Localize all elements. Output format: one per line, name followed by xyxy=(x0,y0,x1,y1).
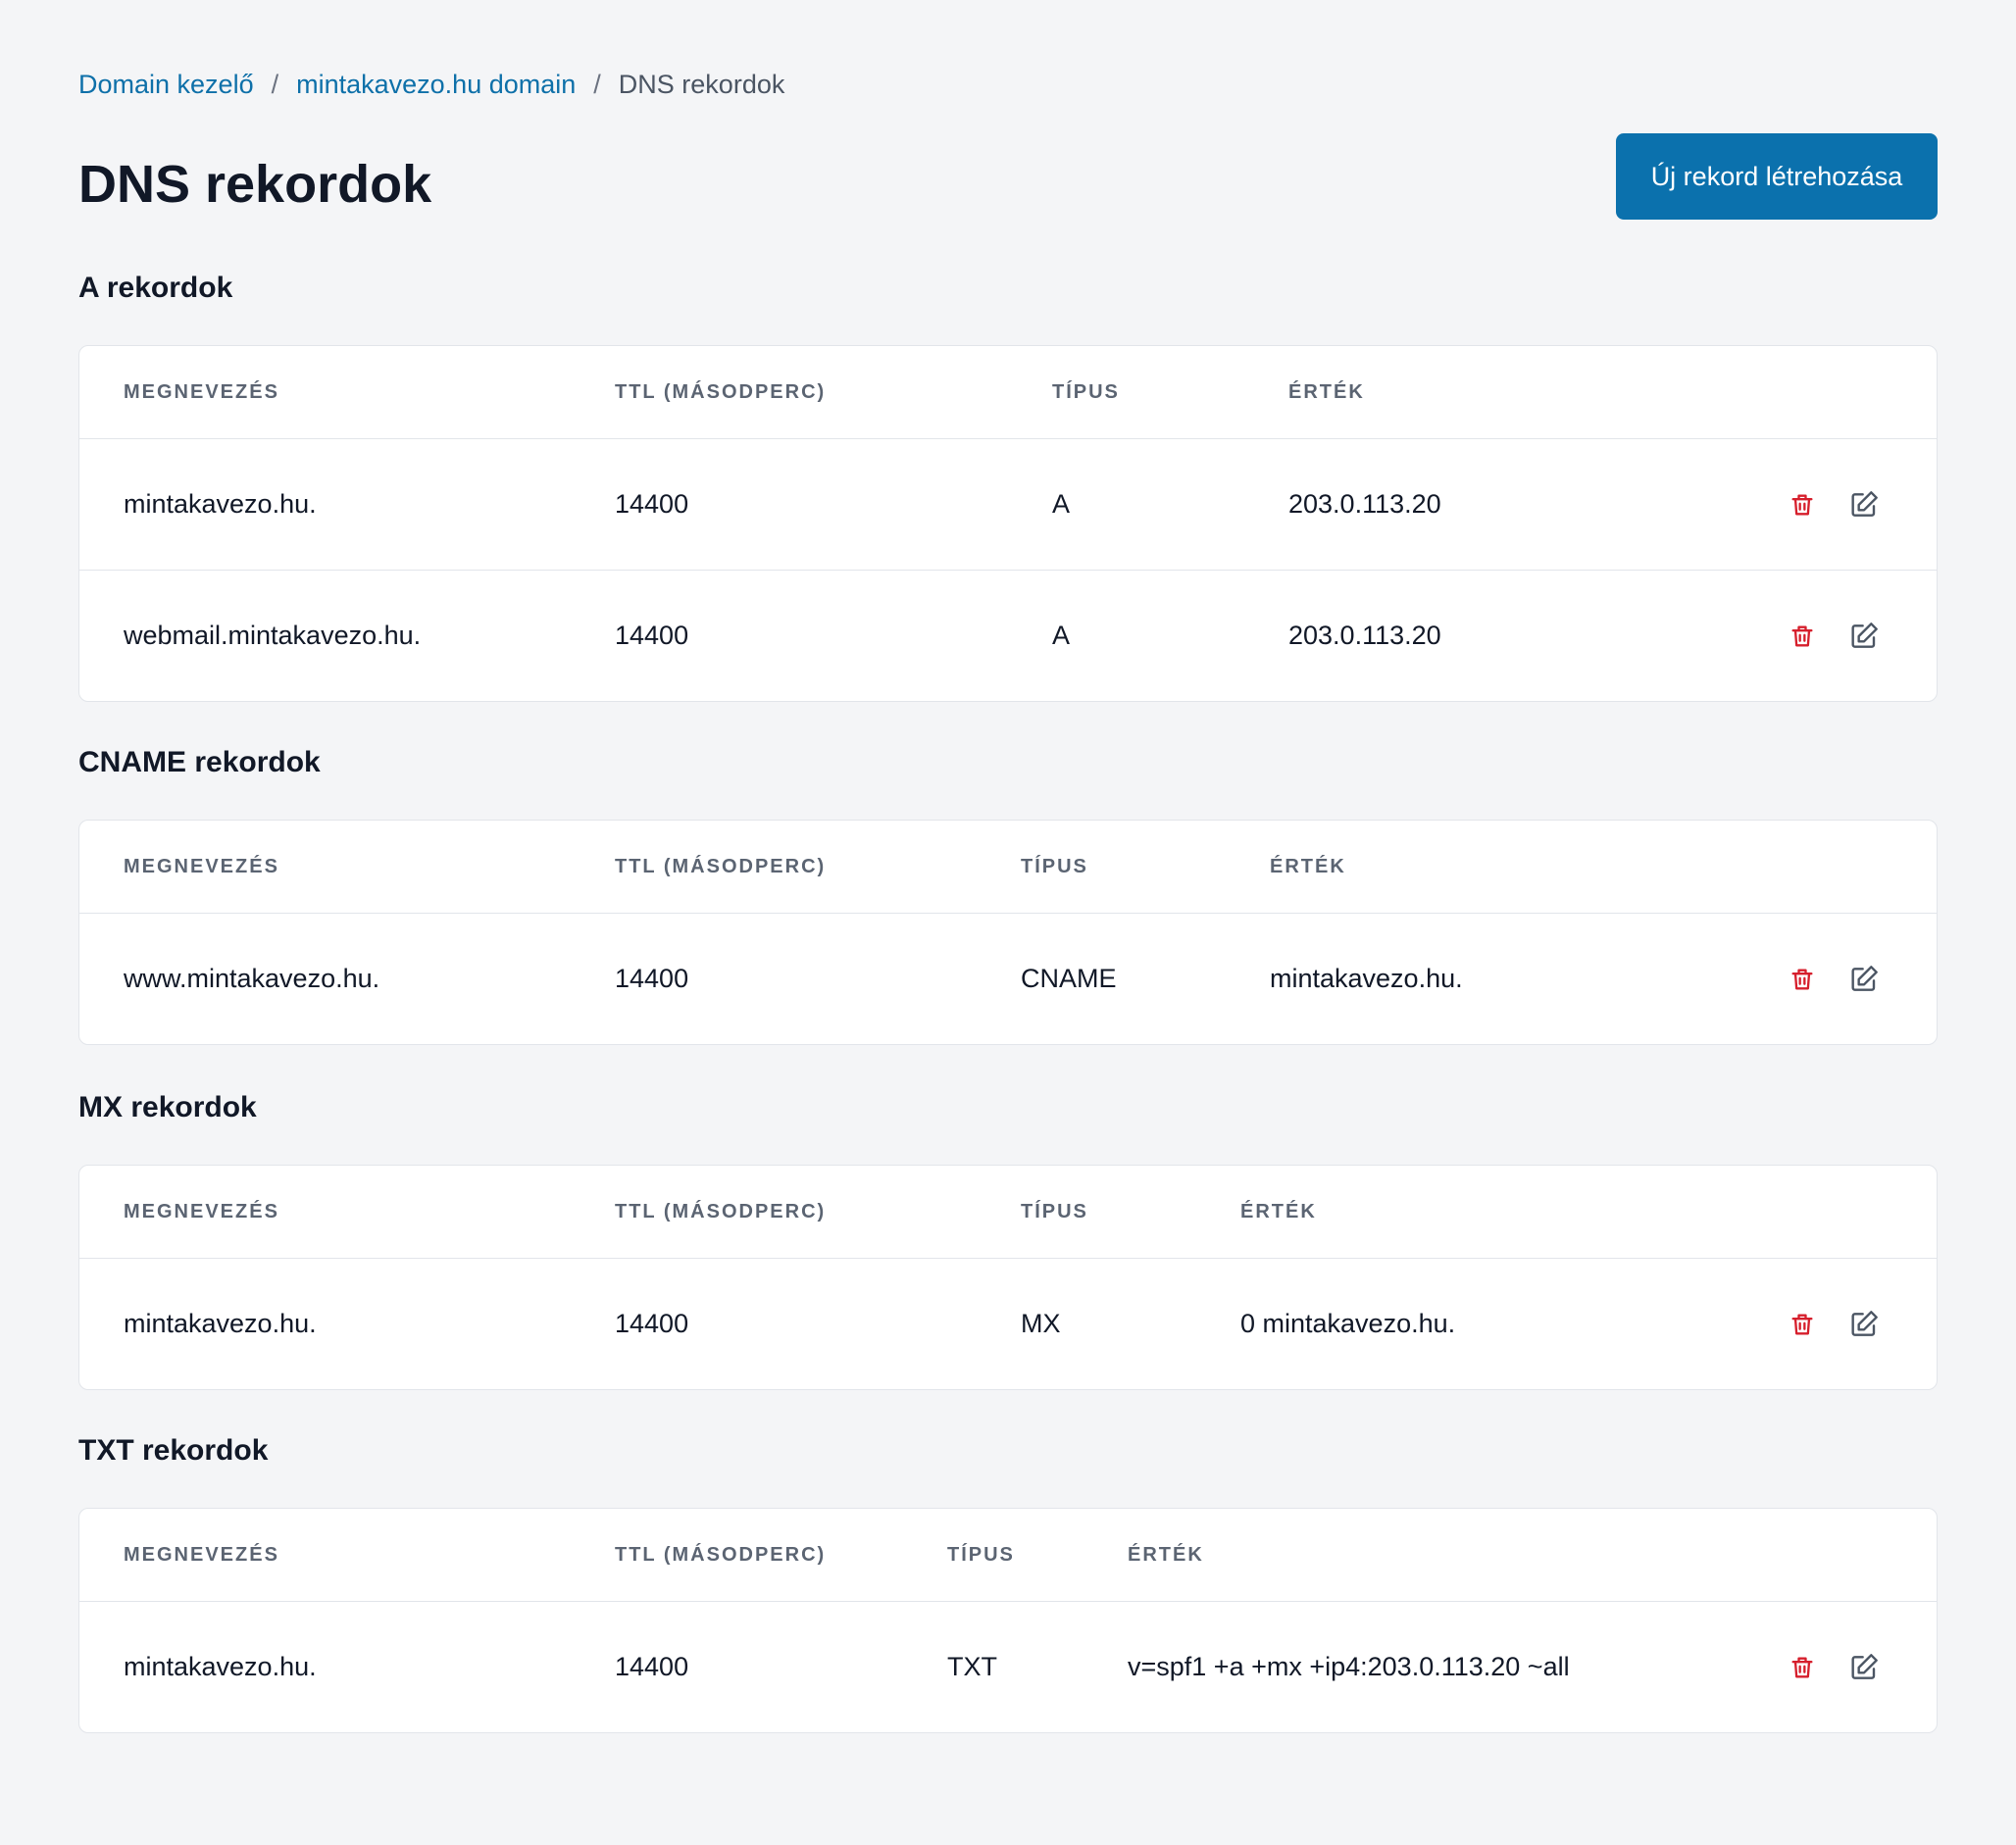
record-name: mintakavezo.hu. xyxy=(124,1652,317,1681)
column-header-ttl: TTL (MÁSODPERC) xyxy=(615,1201,827,1222)
column-header-name: MEGNEVEZÉS xyxy=(124,856,279,877)
trash-icon[interactable] xyxy=(1783,1305,1822,1344)
section-title-a: A rekordok xyxy=(78,272,233,304)
column-header-value: ÉRTÉK xyxy=(1288,381,1365,403)
edit-icon[interactable] xyxy=(1844,1648,1884,1687)
column-header-ttl: TTL (MÁSODPERC) xyxy=(615,381,827,403)
breadcrumb-separator: / xyxy=(271,70,279,99)
column-header-name: MEGNEVEZÉS xyxy=(124,1201,279,1222)
breadcrumb-link-domain-manager[interactable]: Domain kezelő xyxy=(78,70,254,99)
breadcrumb-current: DNS rekordok xyxy=(618,70,785,99)
page-title: DNS rekordok xyxy=(78,155,432,214)
table-header: MEGNEVEZÉS TTL (MÁSODPERC) TÍPUS ÉRTÉK xyxy=(79,1166,1937,1259)
breadcrumb: Domain kezelő / mintakavezo.hu domain / DNS … xyxy=(78,67,784,102)
mx-records-table: MEGNEVEZÉS TTL (MÁSODPERC) TÍPUS ÉRTÉK m… xyxy=(78,1165,1938,1390)
table-row: www.mintakavezo.hu. 14400 CNAME mintakav… xyxy=(79,914,1937,1044)
record-value: mintakavezo.hu. xyxy=(1270,964,1463,993)
create-record-button[interactable]: Új rekord létrehozása xyxy=(1616,133,1938,220)
table-row: mintakavezo.hu. 14400 MX 0 mintakavezo.h… xyxy=(79,1259,1937,1389)
trash-icon[interactable] xyxy=(1783,485,1822,524)
record-type: CNAME xyxy=(1021,964,1117,993)
record-ttl: 14400 xyxy=(615,1309,689,1338)
table-row: mintakavezo.hu. 14400 A 203.0.113.20 xyxy=(79,439,1937,571)
table-row: mintakavezo.hu. 14400 TXT v=spf1 +a +mx … xyxy=(79,1602,1937,1732)
record-name: mintakavezo.hu. xyxy=(124,1309,317,1338)
trash-icon[interactable] xyxy=(1783,960,1822,999)
record-value: 0 mintakavezo.hu. xyxy=(1240,1309,1456,1338)
txt-records-table: MEGNEVEZÉS TTL (MÁSODPERC) TÍPUS ÉRTÉK m… xyxy=(78,1508,1938,1733)
record-value: 203.0.113.20 xyxy=(1288,489,1441,519)
edit-icon[interactable] xyxy=(1844,960,1884,999)
column-header-ttl: TTL (MÁSODPERC) xyxy=(615,856,827,877)
edit-icon[interactable] xyxy=(1844,485,1884,524)
record-name: mintakavezo.hu. xyxy=(124,489,317,519)
a-records-table: MEGNEVEZÉS TTL (MÁSODPERC) TÍPUS ÉRTÉK m… xyxy=(78,345,1938,702)
record-name: www.mintakavezo.hu. xyxy=(124,964,380,993)
record-ttl: 14400 xyxy=(615,964,689,993)
breadcrumb-separator: / xyxy=(593,70,601,99)
trash-icon[interactable] xyxy=(1783,617,1822,656)
record-ttl: 14400 xyxy=(615,489,689,519)
column-header-name: MEGNEVEZÉS xyxy=(124,1544,279,1566)
column-header-name: MEGNEVEZÉS xyxy=(124,381,279,403)
edit-icon[interactable] xyxy=(1844,1305,1884,1344)
record-type: TXT xyxy=(947,1652,997,1681)
column-header-value: ÉRTÉK xyxy=(1270,856,1346,877)
section-title-cname: CNAME rekordok xyxy=(78,746,321,778)
record-type: MX xyxy=(1021,1309,1061,1338)
record-type: A xyxy=(1052,621,1071,650)
table-header: MEGNEVEZÉS TTL (MÁSODPERC) TÍPUS ÉRTÉK xyxy=(79,821,1937,914)
table-row: webmail.mintakavezo.hu. 14400 A 203.0.11… xyxy=(79,571,1937,701)
table-header: MEGNEVEZÉS TTL (MÁSODPERC) TÍPUS ÉRTÉK xyxy=(79,346,1937,439)
column-header-type: TÍPUS xyxy=(1052,381,1120,403)
trash-icon[interactable] xyxy=(1783,1648,1822,1687)
section-title-mx: MX rekordok xyxy=(78,1091,257,1123)
record-name: webmail.mintakavezo.hu. xyxy=(124,621,422,650)
breadcrumb-link-domain[interactable]: mintakavezo.hu domain xyxy=(296,70,576,99)
column-header-value: ÉRTÉK xyxy=(1128,1544,1204,1566)
record-value: v=spf1 +a +mx +ip4:203.0.113.20 ~all xyxy=(1128,1652,1570,1681)
record-value: 203.0.113.20 xyxy=(1288,621,1441,650)
edit-icon[interactable] xyxy=(1844,617,1884,656)
column-header-value: ÉRTÉK xyxy=(1240,1201,1317,1222)
record-type: A xyxy=(1052,489,1071,519)
record-ttl: 14400 xyxy=(615,621,689,650)
column-header-type: TÍPUS xyxy=(1021,856,1088,877)
record-ttl: 14400 xyxy=(615,1652,689,1681)
column-header-type: TÍPUS xyxy=(1021,1201,1088,1222)
section-title-txt: TXT rekordok xyxy=(78,1434,269,1467)
column-header-type: TÍPUS xyxy=(947,1544,1015,1566)
cname-records-table: MEGNEVEZÉS TTL (MÁSODPERC) TÍPUS ÉRTÉK w… xyxy=(78,820,1938,1045)
table-header: MEGNEVEZÉS TTL (MÁSODPERC) TÍPUS ÉRTÉK xyxy=(79,1509,1937,1602)
column-header-ttl: TTL (MÁSODPERC) xyxy=(615,1544,827,1566)
